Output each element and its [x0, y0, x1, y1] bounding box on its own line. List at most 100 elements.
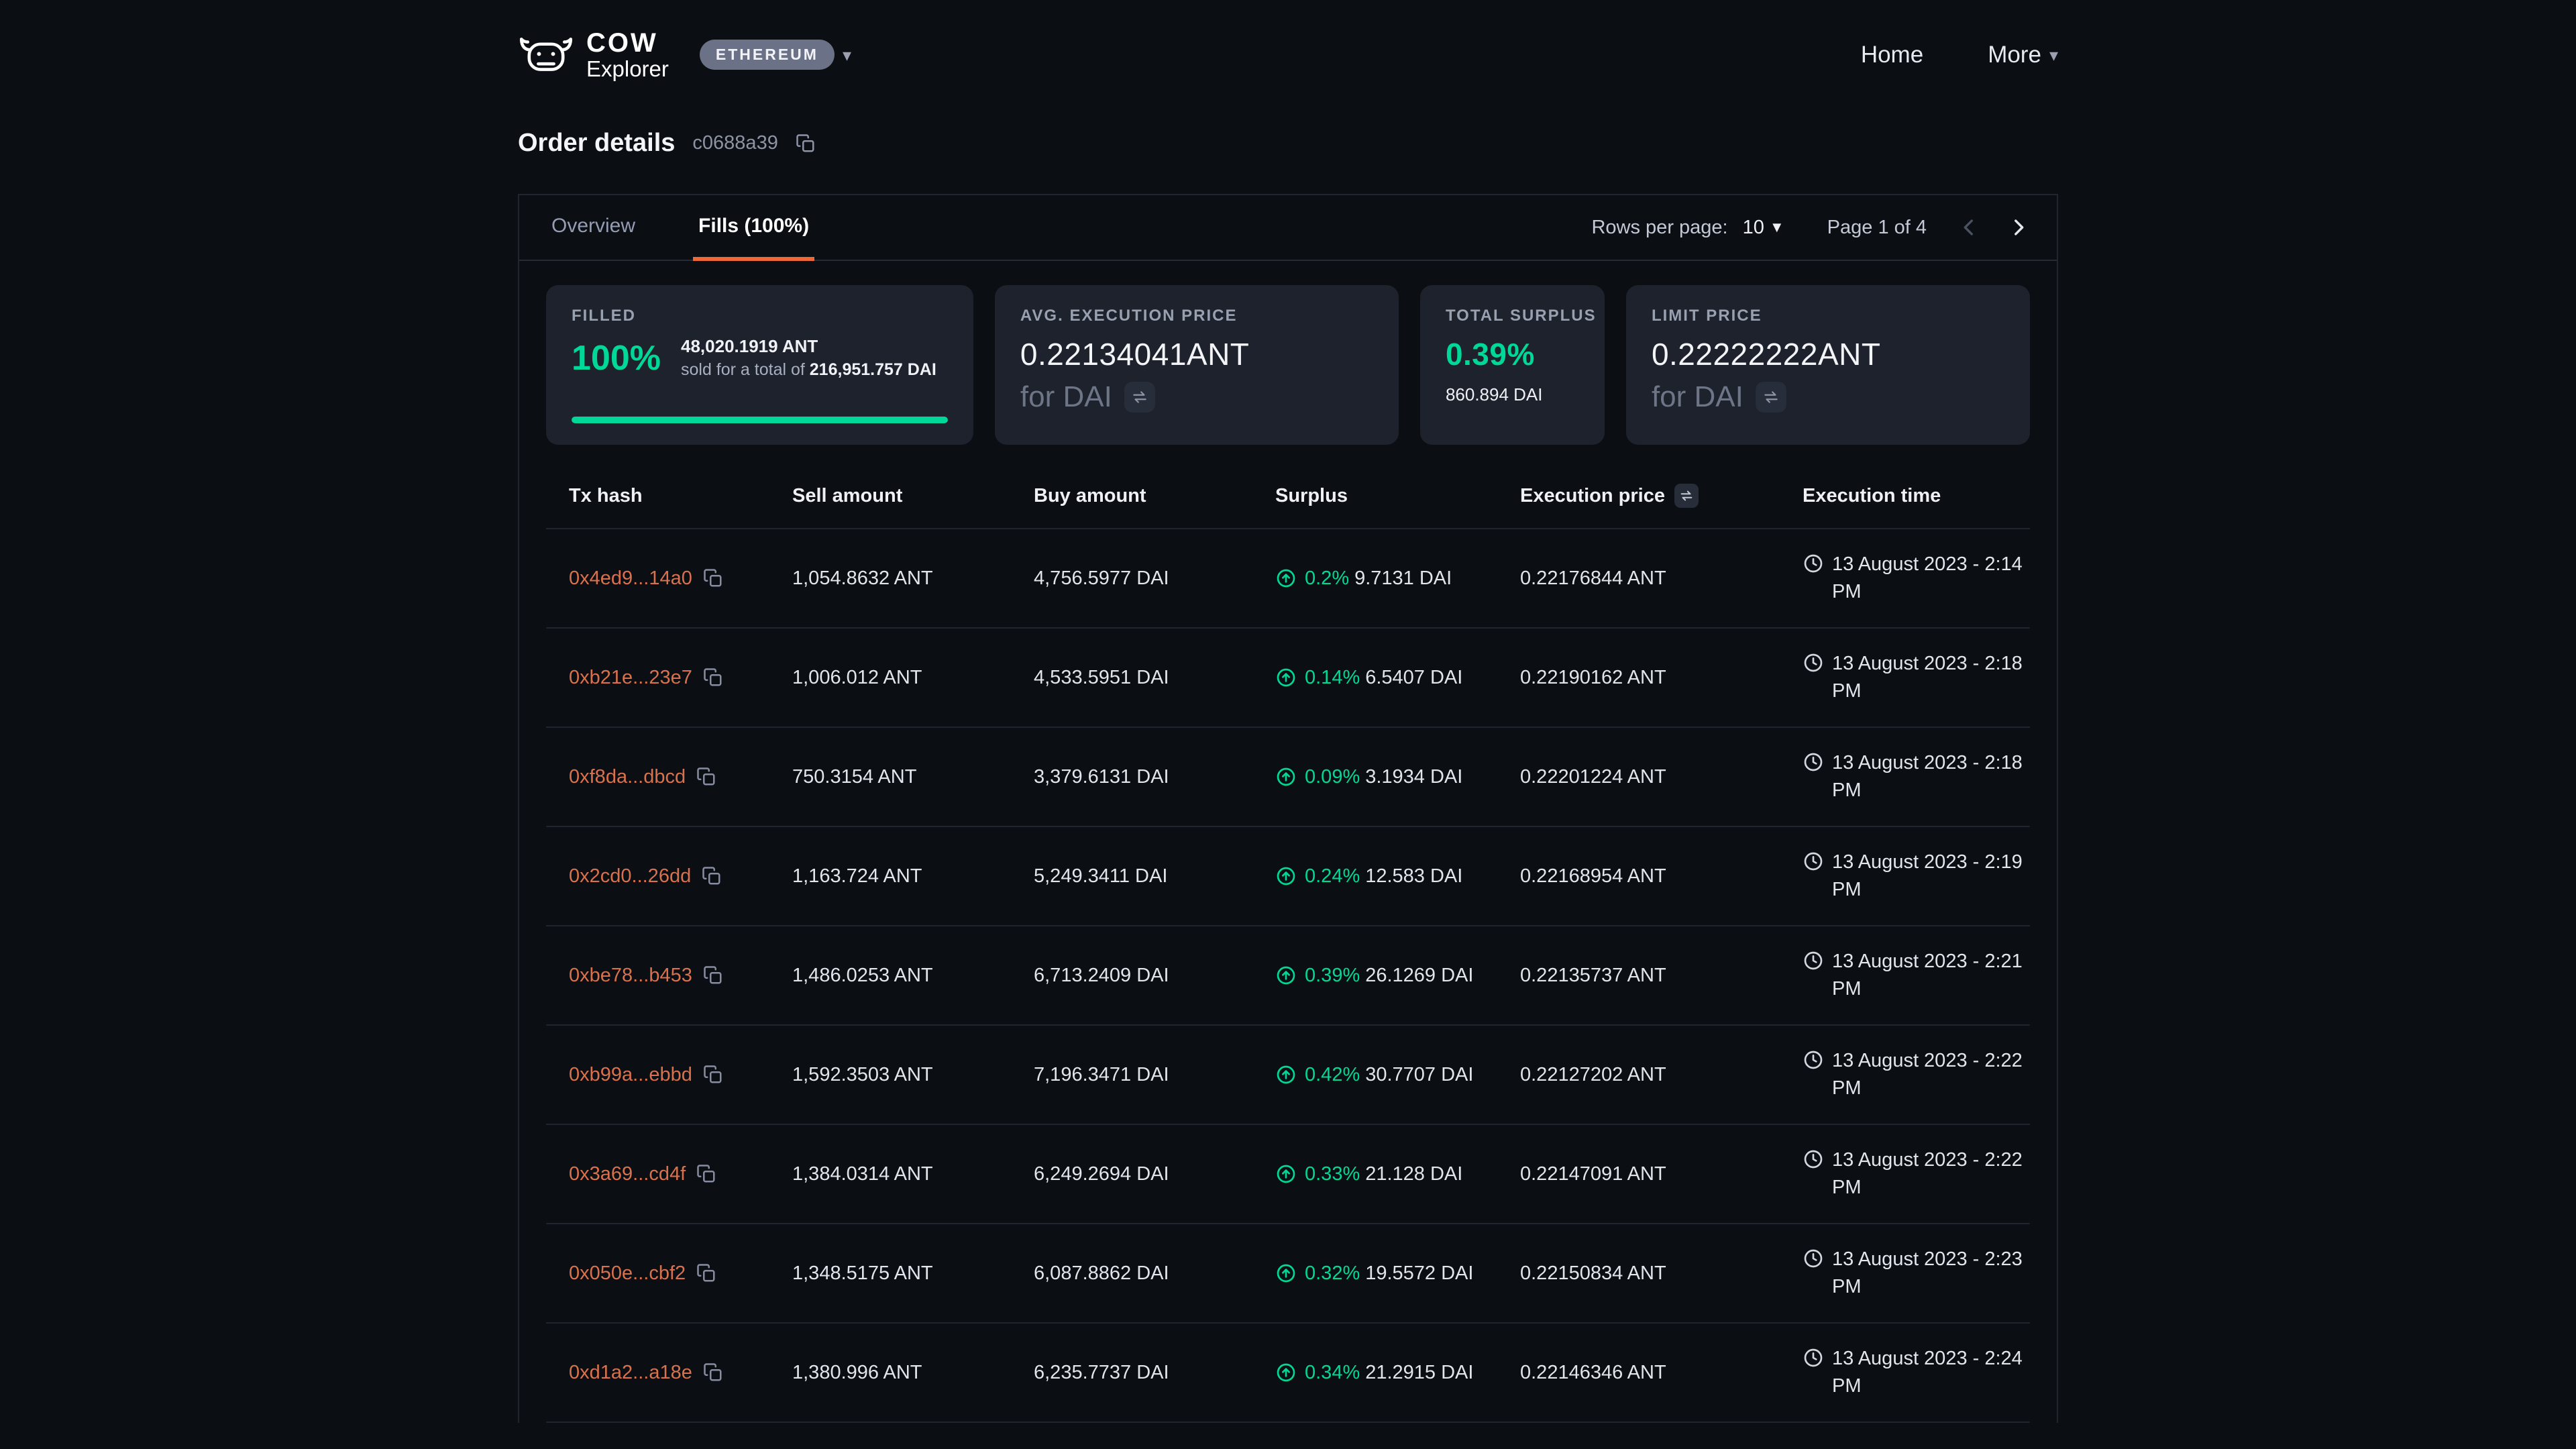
surplus-amount: 26.1269 DAI	[1365, 965, 1473, 987]
execution-time-cell: 13 August 2023 - 2:23 PM	[1803, 1246, 2030, 1301]
limit-price-unit: for DAI	[1652, 380, 1743, 414]
tx-hash-link[interactable]: 0xb99a...ebbd	[569, 1064, 692, 1086]
execution-time-text: 13 August 2023 - 2:19 PM	[1832, 849, 2030, 904]
summary-cards: FILLED 100% 48,020.1919 ANT sold for a t…	[519, 261, 2057, 445]
surplus-up-arrow-icon	[1275, 1163, 1297, 1185]
copy-tx-hash-icon[interactable]	[703, 568, 723, 588]
tx-hash-link[interactable]: 0x050e...cbf2	[569, 1263, 686, 1285]
table-row: 0x2cd0...26dd 1,163.724 ANT 5,249.3411 D…	[546, 826, 2030, 925]
surplus-cell: 0.42% 30.7707 DAI	[1275, 1064, 1520, 1086]
next-page-button[interactable]	[2007, 216, 2030, 239]
copy-tx-hash-icon[interactable]	[696, 767, 716, 787]
execution-price-cell: 0.22127202 ANT	[1520, 1064, 1803, 1086]
surplus-cell: 0.14% 6.5407 DAI	[1275, 667, 1520, 689]
avg-price-unit: for DAI	[1020, 380, 1112, 414]
surplus-amount: 19.5572 DAI	[1365, 1263, 1473, 1285]
fill-progress-fill	[572, 417, 948, 423]
table-row: 0xb99a...ebbd 1,592.3503 ANT 7,196.3471 …	[546, 1024, 2030, 1124]
surplus-up-arrow-icon	[1275, 1362, 1297, 1383]
swap-units-icon[interactable]	[1124, 382, 1155, 413]
copy-tx-hash-icon[interactable]	[696, 1263, 716, 1283]
tab-fills[interactable]: Fills (100%)	[693, 195, 814, 261]
execution-time-cell: 13 August 2023 - 2:21 PM	[1803, 948, 2030, 1003]
execution-time-text: 13 August 2023 - 2:23 PM	[1832, 1246, 2030, 1301]
sell-amount-cell: 1,006.012 ANT	[792, 667, 1034, 689]
surplus-amount: 12.583 DAI	[1365, 865, 1462, 888]
filled-percent: 100%	[572, 338, 661, 378]
cow-explorer-logo[interactable]: COW Explorer	[518, 29, 669, 80]
avg-execution-price-card: AVG. EXECUTION PRICE 0.22134041ANT for D…	[995, 285, 1399, 445]
sell-amount-cell: 1,380.996 ANT	[792, 1362, 1034, 1384]
limit-price-card: LIMIT PRICE 0.22222222ANT for DAI	[1626, 285, 2030, 445]
swap-units-icon[interactable]	[1756, 382, 1786, 413]
execution-time-cell: 13 August 2023 - 2:18 PM	[1803, 650, 2030, 705]
execution-time-cell: 13 August 2023 - 2:19 PM	[1803, 849, 2030, 904]
surplus-up-arrow-icon	[1275, 568, 1297, 589]
copy-tx-hash-icon[interactable]	[702, 866, 722, 886]
surplus-amount: 21.128 DAI	[1365, 1163, 1462, 1185]
buy-amount-cell: 6,087.8862 DAI	[1034, 1263, 1275, 1285]
nav-more[interactable]: More ▾	[1988, 42, 2058, 68]
limit-price-value: 0.22222222ANT	[1652, 336, 2004, 372]
tx-hash-cell: 0xf8da...dbcd	[569, 766, 792, 788]
surplus-percent: 0.39%	[1305, 965, 1360, 987]
tx-hash-link[interactable]: 0xbe78...b453	[569, 965, 692, 987]
buy-amount-cell: 4,533.5951 DAI	[1034, 667, 1275, 689]
tx-hash-cell: 0x050e...cbf2	[569, 1263, 792, 1285]
order-panel: Overview Fills (100%) Rows per page: 10 …	[518, 194, 2058, 1423]
top-bar: COW Explorer ETHEREUM ▾ Home More ▾	[518, 0, 2058, 110]
rows-per-page-select[interactable]: 10 ▼	[1743, 217, 1784, 239]
copy-tx-hash-icon[interactable]	[703, 1362, 723, 1383]
nav-home[interactable]: Home	[1861, 42, 1923, 68]
clock-icon	[1803, 950, 1824, 971]
execution-price-cell: 0.22150834 ANT	[1520, 1263, 1803, 1285]
surplus-percent: 0.42%	[1305, 1064, 1360, 1086]
network-badge[interactable]: ETHEREUM	[700, 40, 835, 70]
page-title-row: Order details c0688a39	[518, 129, 2058, 158]
page-status: Page 1 of 4	[1827, 217, 1927, 239]
avg-price-label: AVG. EXECUTION PRICE	[1020, 307, 1373, 325]
tx-hash-link[interactable]: 0x3a69...cd4f	[569, 1163, 686, 1185]
table-row: 0x4ed9...14a0 1,054.8632 ANT 4,756.5977 …	[546, 528, 2030, 627]
buy-amount-cell: 6,249.2694 DAI	[1034, 1163, 1275, 1185]
network-chevron-down-icon[interactable]: ▾	[843, 46, 851, 64]
buy-amount-cell: 5,249.3411 DAI	[1034, 865, 1275, 888]
swap-price-units-icon[interactable]	[1674, 484, 1699, 508]
filled-amounts: 48,020.1919 ANT sold for a total of 216,…	[681, 335, 936, 382]
table-row: 0x3a69...cd4f 1,384.0314 ANT 6,249.2694 …	[546, 1124, 2030, 1223]
copy-order-id-icon[interactable]	[796, 133, 816, 154]
execution-price-cell: 0.22168954 ANT	[1520, 865, 1803, 888]
tx-hash-link[interactable]: 0x4ed9...14a0	[569, 568, 692, 590]
clock-icon	[1803, 1148, 1824, 1170]
surplus-cell: 0.32% 19.5572 DAI	[1275, 1263, 1520, 1285]
logo-subtitle: Explorer	[586, 58, 669, 81]
tx-hash-link[interactable]: 0xf8da...dbcd	[569, 766, 686, 788]
surplus-percent: 0.32%	[1305, 1263, 1360, 1285]
previous-page-button[interactable]	[1957, 216, 1980, 239]
sell-amount-cell: 750.3154 ANT	[792, 766, 1034, 788]
copy-tx-hash-icon[interactable]	[696, 1164, 716, 1184]
col-execution-price: Execution price	[1520, 484, 1803, 508]
surplus-cell: 0.34% 21.2915 DAI	[1275, 1362, 1520, 1384]
network-selector[interactable]: ETHEREUM ▾	[700, 40, 851, 70]
table-header: Tx hash Sell amount Buy amount Surplus E…	[546, 450, 2030, 528]
copy-tx-hash-icon[interactable]	[703, 965, 723, 985]
tab-overview[interactable]: Overview	[546, 195, 641, 261]
execution-price-cell: 0.22190162 ANT	[1520, 667, 1803, 689]
surplus-amount: 3.1934 DAI	[1365, 766, 1462, 788]
surplus-amount: 21.2915 DAI	[1365, 1362, 1473, 1384]
tx-hash-link[interactable]: 0x2cd0...26dd	[569, 865, 691, 888]
copy-tx-hash-icon[interactable]	[703, 1065, 723, 1085]
order-id: c0688a39	[692, 132, 777, 154]
surplus-percent: 0.24%	[1305, 865, 1360, 888]
surplus-percent: 0.2%	[1305, 568, 1349, 590]
clock-icon	[1803, 652, 1824, 674]
surplus-percent: 0.34%	[1305, 1362, 1360, 1384]
surplus-percent: 0.09%	[1305, 766, 1360, 788]
tx-hash-link[interactable]: 0xb21e...23e7	[569, 667, 692, 689]
tab-bar: Overview Fills (100%) Rows per page: 10 …	[519, 195, 2057, 261]
copy-tx-hash-icon[interactable]	[703, 667, 723, 688]
surplus-up-arrow-icon	[1275, 766, 1297, 788]
buy-amount-cell: 6,235.7737 DAI	[1034, 1362, 1275, 1384]
tx-hash-link[interactable]: 0xd1a2...a18e	[569, 1362, 692, 1384]
